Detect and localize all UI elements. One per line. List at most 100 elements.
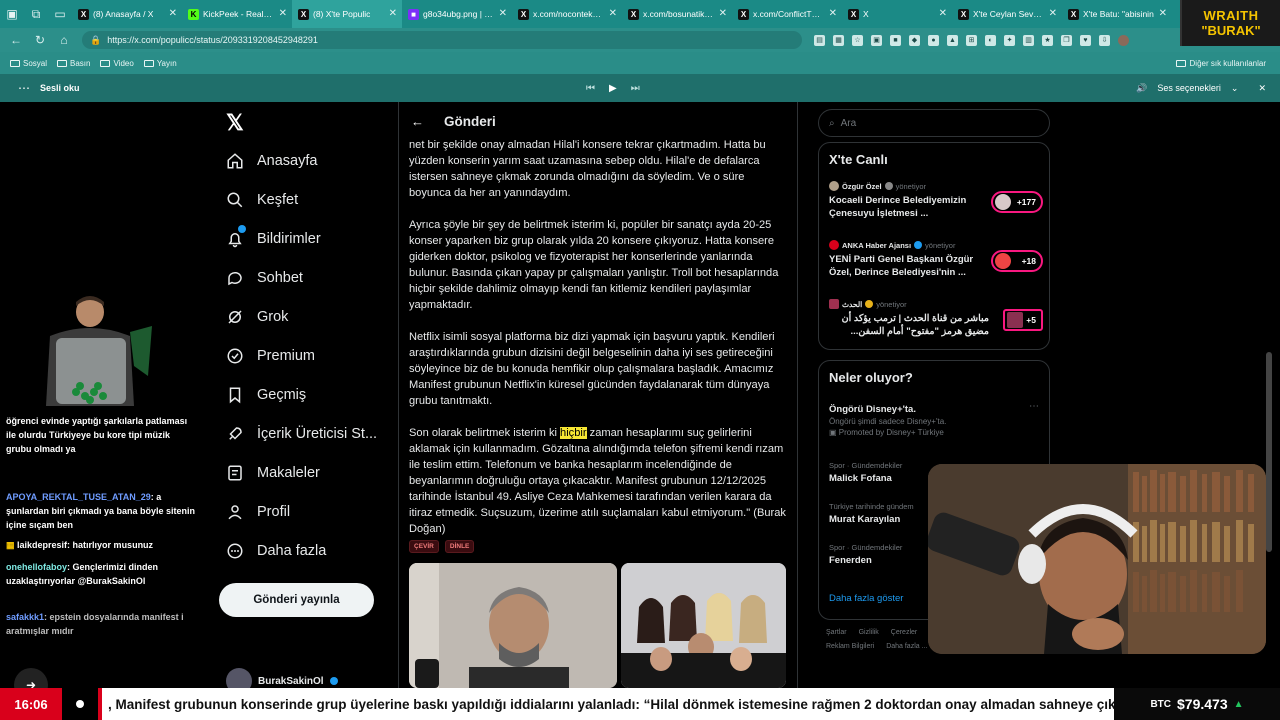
- nav-label: Anasayfa: [257, 153, 318, 169]
- collections-icon[interactable]: ❐: [1061, 34, 1072, 46]
- tab-close-icon[interactable]: ✕: [719, 8, 727, 19]
- x-logo-icon[interactable]: 𝕏: [226, 112, 248, 134]
- bookmark-folder-basin[interactable]: Basın: [57, 59, 90, 68]
- next-icon[interactable]: ⏭: [631, 83, 640, 94]
- nav-profile[interactable]: Profil: [226, 500, 290, 524]
- browser-tab[interactable]: X (8) X'te Populic ✕: [292, 0, 402, 28]
- live-space-item[interactable]: ANKA Haber Ajansı yönetiyor YENİ Parti Ge…: [829, 240, 1043, 279]
- browser-tab[interactable]: ■ g8o34ubg.png | Hos ✕: [402, 0, 512, 28]
- favorite-star-icon[interactable]: ☆: [852, 34, 863, 46]
- brand-line-2: "BURAK": [1201, 23, 1261, 38]
- browser-tab[interactable]: Xx.com/ConflictTR/st ✕: [732, 0, 842, 28]
- extension-icon[interactable]: ●: [928, 34, 939, 46]
- footer-link[interactable]: Daha fazla ...: [886, 643, 927, 650]
- profile-avatar[interactable]: [1118, 34, 1129, 46]
- search-input[interactable]: ⌕ Ara: [818, 109, 1050, 137]
- chevron-down-icon: ⌄: [1230, 82, 1239, 93]
- previous-icon[interactable]: ⏮: [586, 83, 595, 94]
- translate-button[interactable]: ÇEVİR: [409, 540, 439, 553]
- tab-close-icon[interactable]: ✕: [389, 8, 397, 19]
- extension-icon[interactable]: ⊞: [966, 34, 977, 46]
- trend-item[interactable]: Öngörü Disney+'ta. Öngörü şimdi sadece D…: [829, 401, 1039, 437]
- extension-icon[interactable]: ▲: [947, 34, 958, 46]
- nav-articles[interactable]: Makaleler: [226, 461, 320, 485]
- reload-icon[interactable]: ↻: [28, 33, 52, 47]
- read-aloud-bar: ⋯ Sesli oku ⏮ ▶ ⏭ 🔊 Ses seçenekleri ⌄ ✕: [0, 74, 1280, 102]
- footer-link[interactable]: Gizlilik: [859, 629, 879, 636]
- tab-close-icon[interactable]: ✕: [939, 8, 947, 19]
- post-image[interactable]: [621, 563, 786, 688]
- more-options-icon[interactable]: ⋯: [18, 81, 30, 95]
- tab-title: KickPeek - Real-time: [203, 9, 274, 19]
- live-description: YENİ Parti Genel Başkanı Özgür Özel, Der…: [829, 254, 974, 278]
- bookmark-folder-video[interactable]: Video: [100, 59, 134, 68]
- voice-options-label: Ses seçenekleri: [1157, 83, 1221, 93]
- extension-icon[interactable]: ■: [890, 34, 901, 46]
- browser-tab[interactable]: K KickPeek - Real-time ✕: [182, 0, 292, 28]
- tab-close-icon[interactable]: ✕: [279, 8, 287, 19]
- post-image[interactable]: [409, 563, 617, 688]
- browser-tab[interactable]: X X'te Batu: "abisinin ✕: [1062, 0, 1172, 28]
- puzzle-icon[interactable]: ✦: [1004, 34, 1015, 46]
- browser-tab[interactable]: X (8) Anasayfa / X ✕: [72, 0, 182, 28]
- footer-link[interactable]: Şartlar: [826, 629, 847, 636]
- favorites-icon[interactable]: ★: [1042, 34, 1053, 46]
- tab-close-icon[interactable]: ✕: [1159, 8, 1167, 19]
- nav-home[interactable]: Anasayfa: [226, 149, 317, 173]
- nav-chat[interactable]: Sohbet: [226, 266, 303, 290]
- post-button[interactable]: Gönderi yayınla: [219, 583, 374, 617]
- nav-more[interactable]: Daha fazla: [226, 539, 326, 563]
- live-space-item[interactable]: Özgür Özel yönetiyor Kocaeli Derince Bele…: [829, 181, 1043, 220]
- tab-close-icon[interactable]: ✕: [829, 8, 837, 19]
- extension-icon[interactable]: ◐: [985, 34, 996, 46]
- nav-bookmarks[interactable]: Geçmiş: [226, 383, 306, 407]
- nav-notifications[interactable]: Bildirimler: [226, 225, 321, 251]
- live-space-item[interactable]: الحدث yönetiyor مباشر من قناة الحدث | ترم…: [829, 299, 1043, 338]
- bookmark-folder-yayin[interactable]: Yayın: [143, 59, 177, 68]
- nav-premium[interactable]: Premium: [226, 344, 315, 368]
- extension-icon[interactable]: ▣: [871, 34, 882, 46]
- footer-link[interactable]: Çerezler: [891, 629, 917, 636]
- url-field[interactable]: 🔒 https://x.com/populicc/status/20933192…: [82, 31, 802, 49]
- other-favorites[interactable]: Diğer sık kullanılanlar: [1175, 59, 1266, 68]
- browser-tab[interactable]: X X'te Ceylan Sever: " ✕: [952, 0, 1062, 28]
- extension-icon[interactable]: ◆: [909, 34, 920, 46]
- downloads-icon[interactable]: ⇩: [1099, 34, 1110, 46]
- play-icon[interactable]: ▶: [609, 83, 617, 94]
- workspaces-icon[interactable]: ⧉: [24, 0, 48, 28]
- voice-options[interactable]: 🔊 Ses seçenekleri ⌄ ✕: [1136, 83, 1266, 94]
- stream-brand-logo: WRAITH "BURAK": [1180, 0, 1280, 46]
- browser-tab[interactable]: X X ✕: [842, 0, 952, 28]
- extension-icon[interactable]: ▤: [814, 34, 825, 46]
- bookmark-folder-sosyal[interactable]: Sosyal: [10, 59, 47, 68]
- listen-button[interactable]: DİNLE: [444, 540, 475, 553]
- tab-actions-icon[interactable]: ▭: [48, 0, 72, 28]
- tab-close-icon[interactable]: ✕: [169, 8, 177, 19]
- browser-tab[interactable]: Xx.com/noconteks12 ✕: [512, 0, 622, 28]
- window-menu-icon[interactable]: ▣: [0, 0, 24, 28]
- nav-grok[interactable]: Grok: [226, 305, 288, 329]
- browser-tab[interactable]: Xx.com/bosunatiklam ✕: [622, 0, 732, 28]
- more-dots-icon[interactable]: ⋯: [1029, 401, 1039, 412]
- home-icon[interactable]: ⌂: [52, 33, 76, 47]
- nav-creator-studio[interactable]: İçerik Üreticisi St...: [226, 422, 377, 446]
- back-icon[interactable]: ←: [4, 33, 28, 47]
- nav-label: Profil: [257, 504, 291, 520]
- tab-close-icon[interactable]: ✕: [1049, 8, 1057, 19]
- folder-icon: [143, 59, 154, 67]
- tab-favicon-icon: X: [848, 8, 859, 20]
- emote-icon: ▦: [6, 540, 15, 550]
- ticker-clock: 16:06: [0, 688, 62, 720]
- scrollbar[interactable]: [1266, 352, 1272, 552]
- tab-close-icon[interactable]: ✕: [499, 8, 507, 19]
- close-icon[interactable]: ✕: [1258, 83, 1266, 94]
- split-screen-icon[interactable]: ▥: [1023, 34, 1034, 46]
- show-more-link[interactable]: Daha fazla göster: [829, 593, 903, 604]
- back-arrow-icon[interactable]: ←: [411, 114, 424, 129]
- tab-favicon-icon: X: [518, 8, 529, 20]
- browser-essentials-icon[interactable]: ♥: [1080, 34, 1091, 46]
- extension-icon[interactable]: ▦: [833, 34, 844, 46]
- tab-close-icon[interactable]: ✕: [609, 8, 617, 19]
- footer-link[interactable]: Reklam Bilgileri: [826, 643, 874, 650]
- nav-explore[interactable]: Keşfet: [226, 188, 298, 212]
